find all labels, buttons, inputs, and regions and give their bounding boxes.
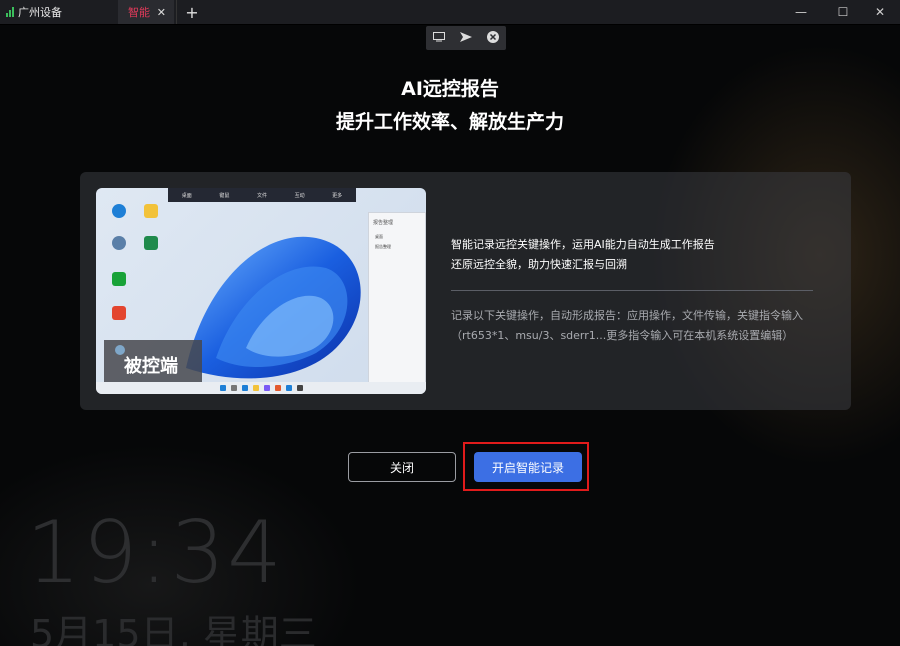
send-icon[interactable]	[457, 31, 475, 45]
feature-description: 智能记录远控关键操作，运用AI能力自动生成工作报告 还原远控全貌，助力快速汇报与…	[451, 235, 831, 275]
maximize-button[interactable]: ☐	[823, 0, 863, 24]
tab-guangzhou-device[interactable]: 广州设备	[0, 0, 124, 24]
remote-floating-toolbar	[426, 26, 506, 50]
minimize-button[interactable]: —	[781, 0, 821, 24]
preview-file-window: 报告整理 桌面 报告整理	[368, 212, 426, 384]
dialog-title: AI远控报告	[401, 78, 499, 100]
preview-window-title: 报告整理	[373, 220, 394, 226]
tab-label: 广州设备	[18, 6, 62, 19]
title-bar: 广州设备 智能 ✕ + — ☐ ✕	[0, 0, 900, 25]
edge-icon	[112, 204, 126, 218]
preview-window-row: 桌面	[375, 234, 383, 239]
monitor-icon[interactable]	[430, 31, 448, 45]
controlled-label: 被控端	[124, 356, 178, 377]
preview-window-row: 报告整理	[375, 244, 391, 249]
controlled-side-badge: 被控端	[104, 340, 202, 382]
description-line: 智能记录远控关键操作，运用AI能力自动生成工作报告	[451, 238, 715, 251]
xbox-icon	[112, 272, 126, 286]
preview-taskbar	[96, 382, 426, 394]
lock-screen-time: 19:34	[26, 503, 284, 603]
new-tab-button[interactable]: +	[176, 0, 207, 24]
app-window: 19:34 5月15日, 星期三 广州设备 智能 ✕ + — ☐ ✕ AI远控报…	[0, 0, 900, 646]
note-line: 记录以下关键操作，自动形成报告：应用操作，文件传输，关键指令输入	[451, 309, 803, 322]
tab-close-icon[interactable]: ✕	[157, 6, 166, 19]
description-line: 还原远控全貌，助力快速汇报与回溯	[451, 258, 627, 271]
preview-toolbar-item: 互动	[294, 192, 305, 199]
close-window-button[interactable]: ✕	[860, 0, 900, 24]
preview-toolbar-item: 文件	[256, 192, 267, 199]
divider	[451, 290, 813, 291]
feature-card: 桌面 键鼠 文件 互动 更多 报告整理 桌面 报告整理 被控端 智能记录远控关键…	[80, 172, 851, 410]
folder-icon	[144, 204, 158, 218]
preview-toolbar-item: 更多	[332, 192, 343, 199]
feature-note: 记录以下关键操作，自动形成报告：应用操作，文件传输，关键指令输入 （rt653*…	[451, 306, 851, 346]
preview-toolbar-item: 键鼠	[219, 192, 230, 199]
lock-screen-date: 5月15日, 星期三	[30, 612, 317, 646]
note-line: （rt653*1、msu/3、sderr1...更多指令输入可在本机系统设置编辑…	[451, 329, 794, 342]
preview-toolbar: 桌面 键鼠 文件 互动 更多	[168, 188, 356, 202]
figma-icon	[112, 306, 126, 320]
settings-icon	[112, 236, 126, 250]
start-smart-record-button[interactable]: 开启智能记录	[474, 452, 582, 482]
tab-smart[interactable]: 智能 ✕	[118, 0, 174, 24]
dialog-subtitle: 提升工作效率、解放生产力	[335, 111, 564, 133]
preview-image: 桌面 键鼠 文件 互动 更多 报告整理 桌面 报告整理 被控端	[96, 188, 426, 394]
signal-icon	[6, 7, 14, 17]
close-button[interactable]: 关闭	[348, 452, 456, 482]
close-circle-icon[interactable]	[484, 30, 502, 46]
preview-toolbar-item: 桌面	[181, 192, 192, 199]
excel-icon	[144, 236, 158, 250]
tab-label: 智能	[128, 6, 150, 19]
